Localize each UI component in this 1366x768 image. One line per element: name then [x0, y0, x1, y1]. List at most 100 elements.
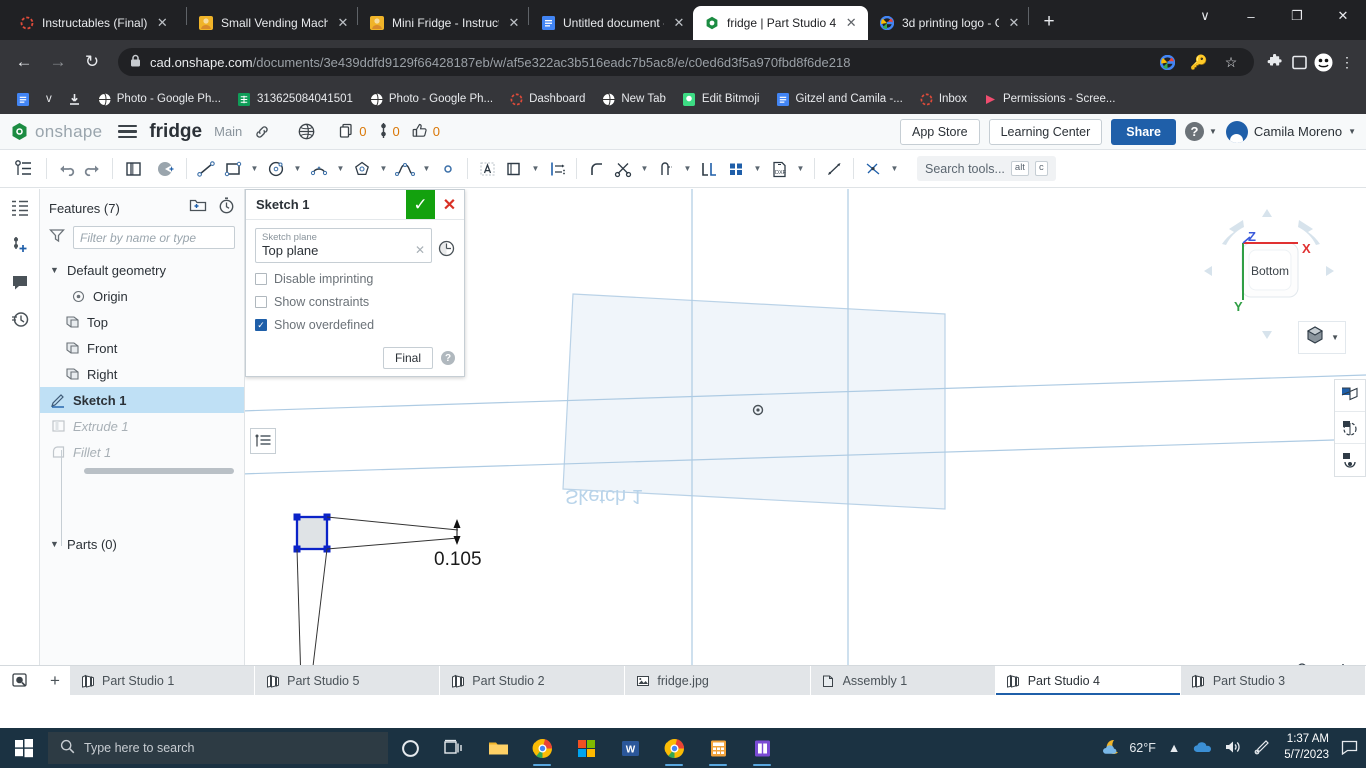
tree-item-top[interactable]: Top: [40, 309, 244, 335]
undo-icon[interactable]: [53, 155, 79, 183]
shaded-sketch-icon[interactable]: [150, 155, 180, 183]
copies-counter[interactable]: 0: [339, 123, 366, 141]
onshape-logo[interactable]: onshape: [10, 122, 102, 142]
chevron-down-icon[interactable]: ▼: [333, 155, 348, 183]
linear-pattern-icon[interactable]: [723, 155, 749, 183]
chevron-down-icon[interactable]: ▼: [793, 155, 808, 183]
show-hide-planes-icon[interactable]: [1335, 380, 1365, 412]
mirror-icon[interactable]: [544, 155, 570, 183]
show-overdefined-option[interactable]: ✓ Show overdefined: [255, 318, 455, 332]
text-icon[interactable]: [474, 155, 500, 183]
address-bar[interactable]: cad.onshape.com/documents/3e439ddfd9129f…: [118, 48, 1254, 76]
final-button[interactable]: Final: [383, 347, 433, 369]
chevron-down-icon[interactable]: ▼: [680, 155, 695, 183]
polygon-icon[interactable]: [349, 155, 375, 183]
feature-list-icon[interactable]: [8, 196, 32, 220]
clock-icon[interactable]: [438, 228, 455, 262]
app-store-button[interactable]: App Store: [900, 119, 980, 145]
avatar-icon[interactable]: [1312, 51, 1334, 73]
chevron-down-icon[interactable]: ▼: [1348, 127, 1356, 136]
chevron-down-icon[interactable]: ▼: [637, 155, 652, 183]
bookmark-item[interactable]: New Tab: [596, 89, 671, 110]
maximize-button[interactable]: ❐: [1274, 0, 1320, 32]
chevron-down-icon[interactable]: ▼: [290, 155, 305, 183]
close-window-button[interactable]: ✕: [1320, 0, 1366, 32]
onedrive-icon[interactable]: [1192, 740, 1212, 757]
fillet-icon[interactable]: [583, 155, 609, 183]
chevron-down-icon[interactable]: ▼: [376, 155, 391, 183]
trim-icon[interactable]: [610, 155, 636, 183]
chrome-icon[interactable]: [520, 728, 564, 768]
chevron-down-icon[interactable]: ▼: [50, 265, 60, 275]
help-icon[interactable]: ?: [441, 351, 455, 365]
forward-icon[interactable]: →: [42, 46, 74, 78]
rotate-view-icon[interactable]: [1335, 412, 1365, 444]
extend-icon[interactable]: [653, 155, 679, 183]
extensions-puzzle-icon[interactable]: [1264, 51, 1286, 73]
bookmark-item[interactable]: Photo - Google Ph...: [364, 89, 498, 110]
dimension-value-horizontal[interactable]: 0.105: [434, 549, 482, 571]
graphics-viewport[interactable]: 0.105 0.105 Sketch 1 Sketch 1 ✓ ✕ Sketch…: [245, 189, 1366, 695]
tab-search-icon[interactable]: [0, 666, 40, 695]
chevron-down-icon[interactable]: ▼: [750, 155, 765, 183]
history-icon[interactable]: [8, 307, 32, 331]
chevron-down-icon[interactable]: ▼: [887, 155, 902, 183]
tree-item-sketch-1[interactable]: Sketch 1: [40, 387, 244, 413]
browser-tab[interactable]: Instructables (Final) ✕: [8, 6, 186, 40]
chevron-down-icon[interactable]: ▼: [1209, 127, 1217, 136]
bookmark-item[interactable]: Photo - Google Ph...: [92, 89, 226, 110]
share-button[interactable]: Share: [1111, 119, 1176, 145]
rectangle-icon[interactable]: [220, 155, 246, 183]
reload-icon[interactable]: ↻: [76, 46, 108, 78]
close-icon[interactable]: ✕: [435, 190, 464, 219]
feature-list-icon[interactable]: [6, 155, 40, 183]
close-icon[interactable]: ✕: [335, 15, 351, 31]
chrome-menu-icon[interactable]: ⋮: [1336, 51, 1358, 73]
chevron-down-icon[interactable]: ▼: [1331, 333, 1339, 342]
features-filter-input[interactable]: Filter by name or type: [73, 226, 235, 249]
bookmark-item[interactable]: Permissions - Scree...: [978, 89, 1120, 110]
branch-label[interactable]: Main: [214, 124, 242, 139]
weather-widget[interactable]: 62°F: [1100, 738, 1156, 759]
clear-icon[interactable]: ✕: [415, 243, 425, 257]
browser-tab[interactable]: Small Vending Machin ✕: [187, 6, 357, 40]
close-icon[interactable]: ✕: [843, 15, 859, 31]
close-icon[interactable]: ✕: [154, 15, 170, 31]
bookmark-item[interactable]: Dashboard: [504, 89, 590, 110]
redo-icon[interactable]: [80, 155, 106, 183]
bookmark-item[interactable]: Gitzel and Camila -...: [770, 89, 907, 110]
file-explorer-icon[interactable]: [476, 728, 520, 768]
avatar[interactable]: [1226, 121, 1248, 143]
help-icon[interactable]: ?: [1185, 122, 1204, 141]
document-tab-part-studio-5[interactable]: Part Studio 5: [255, 666, 440, 695]
cortana-icon[interactable]: [388, 728, 432, 768]
parts-section-header[interactable]: ▼ Parts (0): [40, 531, 244, 557]
add-tab-button[interactable]: +: [40, 666, 70, 695]
link-icon[interactable]: [254, 124, 270, 140]
display-mode-button[interactable]: ▼: [1298, 321, 1346, 354]
globe-icon[interactable]: [298, 123, 315, 140]
sketch-copy-icon[interactable]: [119, 155, 149, 183]
download-icon[interactable]: [63, 90, 86, 109]
document-tab-part-studio-1[interactable]: Part Studio 1: [70, 666, 255, 695]
start-button-icon[interactable]: [0, 728, 48, 768]
chevron-up-icon[interactable]: ▲: [1168, 741, 1180, 755]
disable-imprinting-option[interactable]: Disable imprinting: [255, 272, 455, 286]
sketch-plane-field[interactable]: Sketch plane Top plane ✕: [255, 228, 432, 263]
dimension-icon[interactable]: [821, 155, 847, 183]
close-icon[interactable]: ✕: [671, 15, 687, 31]
search-tools-input[interactable]: Search tools... alt c: [917, 156, 1056, 181]
section-view-icon[interactable]: [1335, 444, 1365, 476]
task-view-icon[interactable]: [432, 728, 476, 768]
google-icon[interactable]: [1156, 51, 1178, 73]
browser-tab[interactable]: Mini Fridge - Instructa ✕: [358, 6, 528, 40]
bookmark-item[interactable]: Inbox: [914, 89, 972, 110]
taskbar-clock[interactable]: 1:37 AM 5/7/2023: [1284, 732, 1329, 763]
constraint-icon[interactable]: [860, 155, 886, 183]
microsoft-store-icon[interactable]: [564, 728, 608, 768]
bookmark-item[interactable]: Edit Bitmoji: [677, 89, 765, 110]
minimize-button[interactable]: –: [1228, 0, 1274, 32]
document-tab-part-studio-2[interactable]: Part Studio 2: [440, 666, 625, 695]
use-icon[interactable]: [696, 155, 722, 183]
circle-icon[interactable]: [263, 155, 289, 183]
